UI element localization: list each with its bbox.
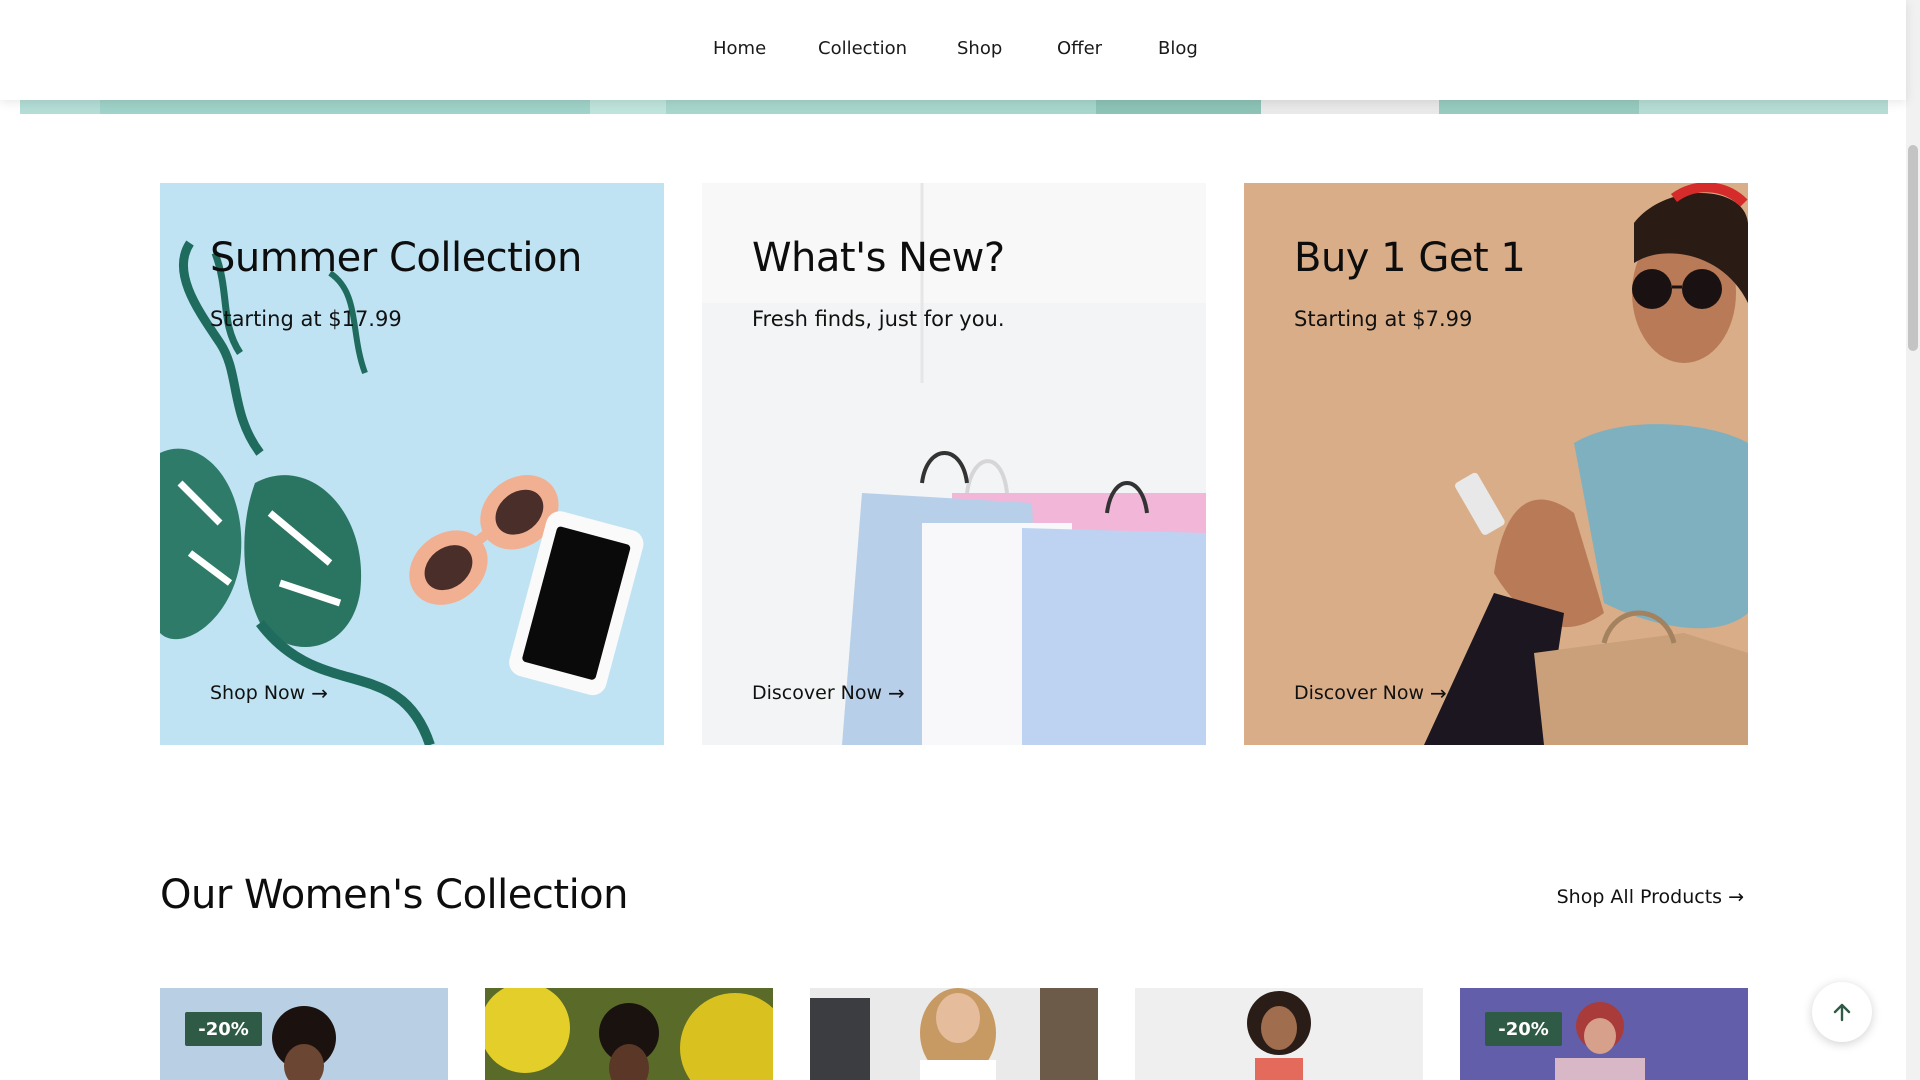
section-title: Our Women's Collection bbox=[160, 872, 629, 918]
discover-now-link[interactable]: Discover Now → bbox=[752, 681, 905, 705]
arrow-up-icon bbox=[1833, 1003, 1851, 1022]
nav-home[interactable]: Home bbox=[713, 38, 766, 59]
hero-slider-edge bbox=[20, 100, 1888, 114]
page-scrollbar[interactable] bbox=[1906, 0, 1920, 1080]
promo-card-bogo[interactable]: Buy 1 Get 1 Starting at $7.99 Discover N… bbox=[1244, 183, 1748, 745]
promo-card-summer[interactable]: Summer Collection Starting at $17.99 Sho… bbox=[160, 183, 664, 745]
site-header: Home Collection Shop Offer Blog bbox=[0, 0, 1906, 100]
product-image bbox=[485, 988, 773, 1080]
cta-label: Shop Now bbox=[210, 682, 306, 704]
discount-badge: -20% bbox=[1485, 1012, 1562, 1046]
promo-subtitle: Starting at $17.99 bbox=[210, 307, 402, 331]
nav-offer[interactable]: Offer bbox=[1057, 38, 1102, 59]
product-image bbox=[1135, 988, 1423, 1080]
arrow-right-icon: → bbox=[888, 681, 905, 705]
main-nav: Home Collection Shop Offer Blog bbox=[0, 0, 1906, 100]
product-card[interactable]: -20% bbox=[1460, 988, 1748, 1080]
scroll-to-top-button[interactable] bbox=[1812, 982, 1872, 1042]
shop-all-products-link[interactable]: Shop All Products → bbox=[1557, 886, 1744, 908]
discount-badge: -20% bbox=[185, 1012, 262, 1046]
nav-collection[interactable]: Collection bbox=[818, 38, 907, 59]
product-card[interactable] bbox=[485, 988, 773, 1080]
promo-card-whats-new[interactable]: What's New? Fresh finds, just for you. D… bbox=[702, 183, 1206, 745]
nav-blog[interactable]: Blog bbox=[1158, 38, 1198, 59]
product-image bbox=[810, 988, 1098, 1080]
shop-now-link[interactable]: Shop Now → bbox=[210, 681, 328, 705]
discover-now-link[interactable]: Discover Now → bbox=[1294, 681, 1447, 705]
product-card[interactable] bbox=[1135, 988, 1423, 1080]
shop-all-label: Shop All Products bbox=[1556, 886, 1723, 908]
promo-title: Buy 1 Get 1 bbox=[1294, 235, 1526, 281]
arrow-right-icon: → bbox=[311, 681, 328, 705]
cta-label: Discover Now bbox=[1294, 682, 1425, 704]
product-card[interactable] bbox=[810, 988, 1098, 1080]
scrollbar-thumb[interactable] bbox=[1908, 145, 1918, 351]
arrow-right-icon: → bbox=[1430, 681, 1447, 705]
product-card[interactable]: -20% bbox=[160, 988, 448, 1080]
promo-subtitle: Fresh finds, just for you. bbox=[752, 307, 1005, 331]
arrow-right-icon: → bbox=[1728, 886, 1744, 908]
promo-title: What's New? bbox=[752, 235, 1005, 281]
promo-title: Summer Collection bbox=[210, 235, 582, 281]
promo-subtitle: Starting at $7.99 bbox=[1294, 307, 1473, 331]
cta-label: Discover Now bbox=[752, 682, 883, 704]
nav-shop[interactable]: Shop bbox=[957, 38, 1002, 59]
